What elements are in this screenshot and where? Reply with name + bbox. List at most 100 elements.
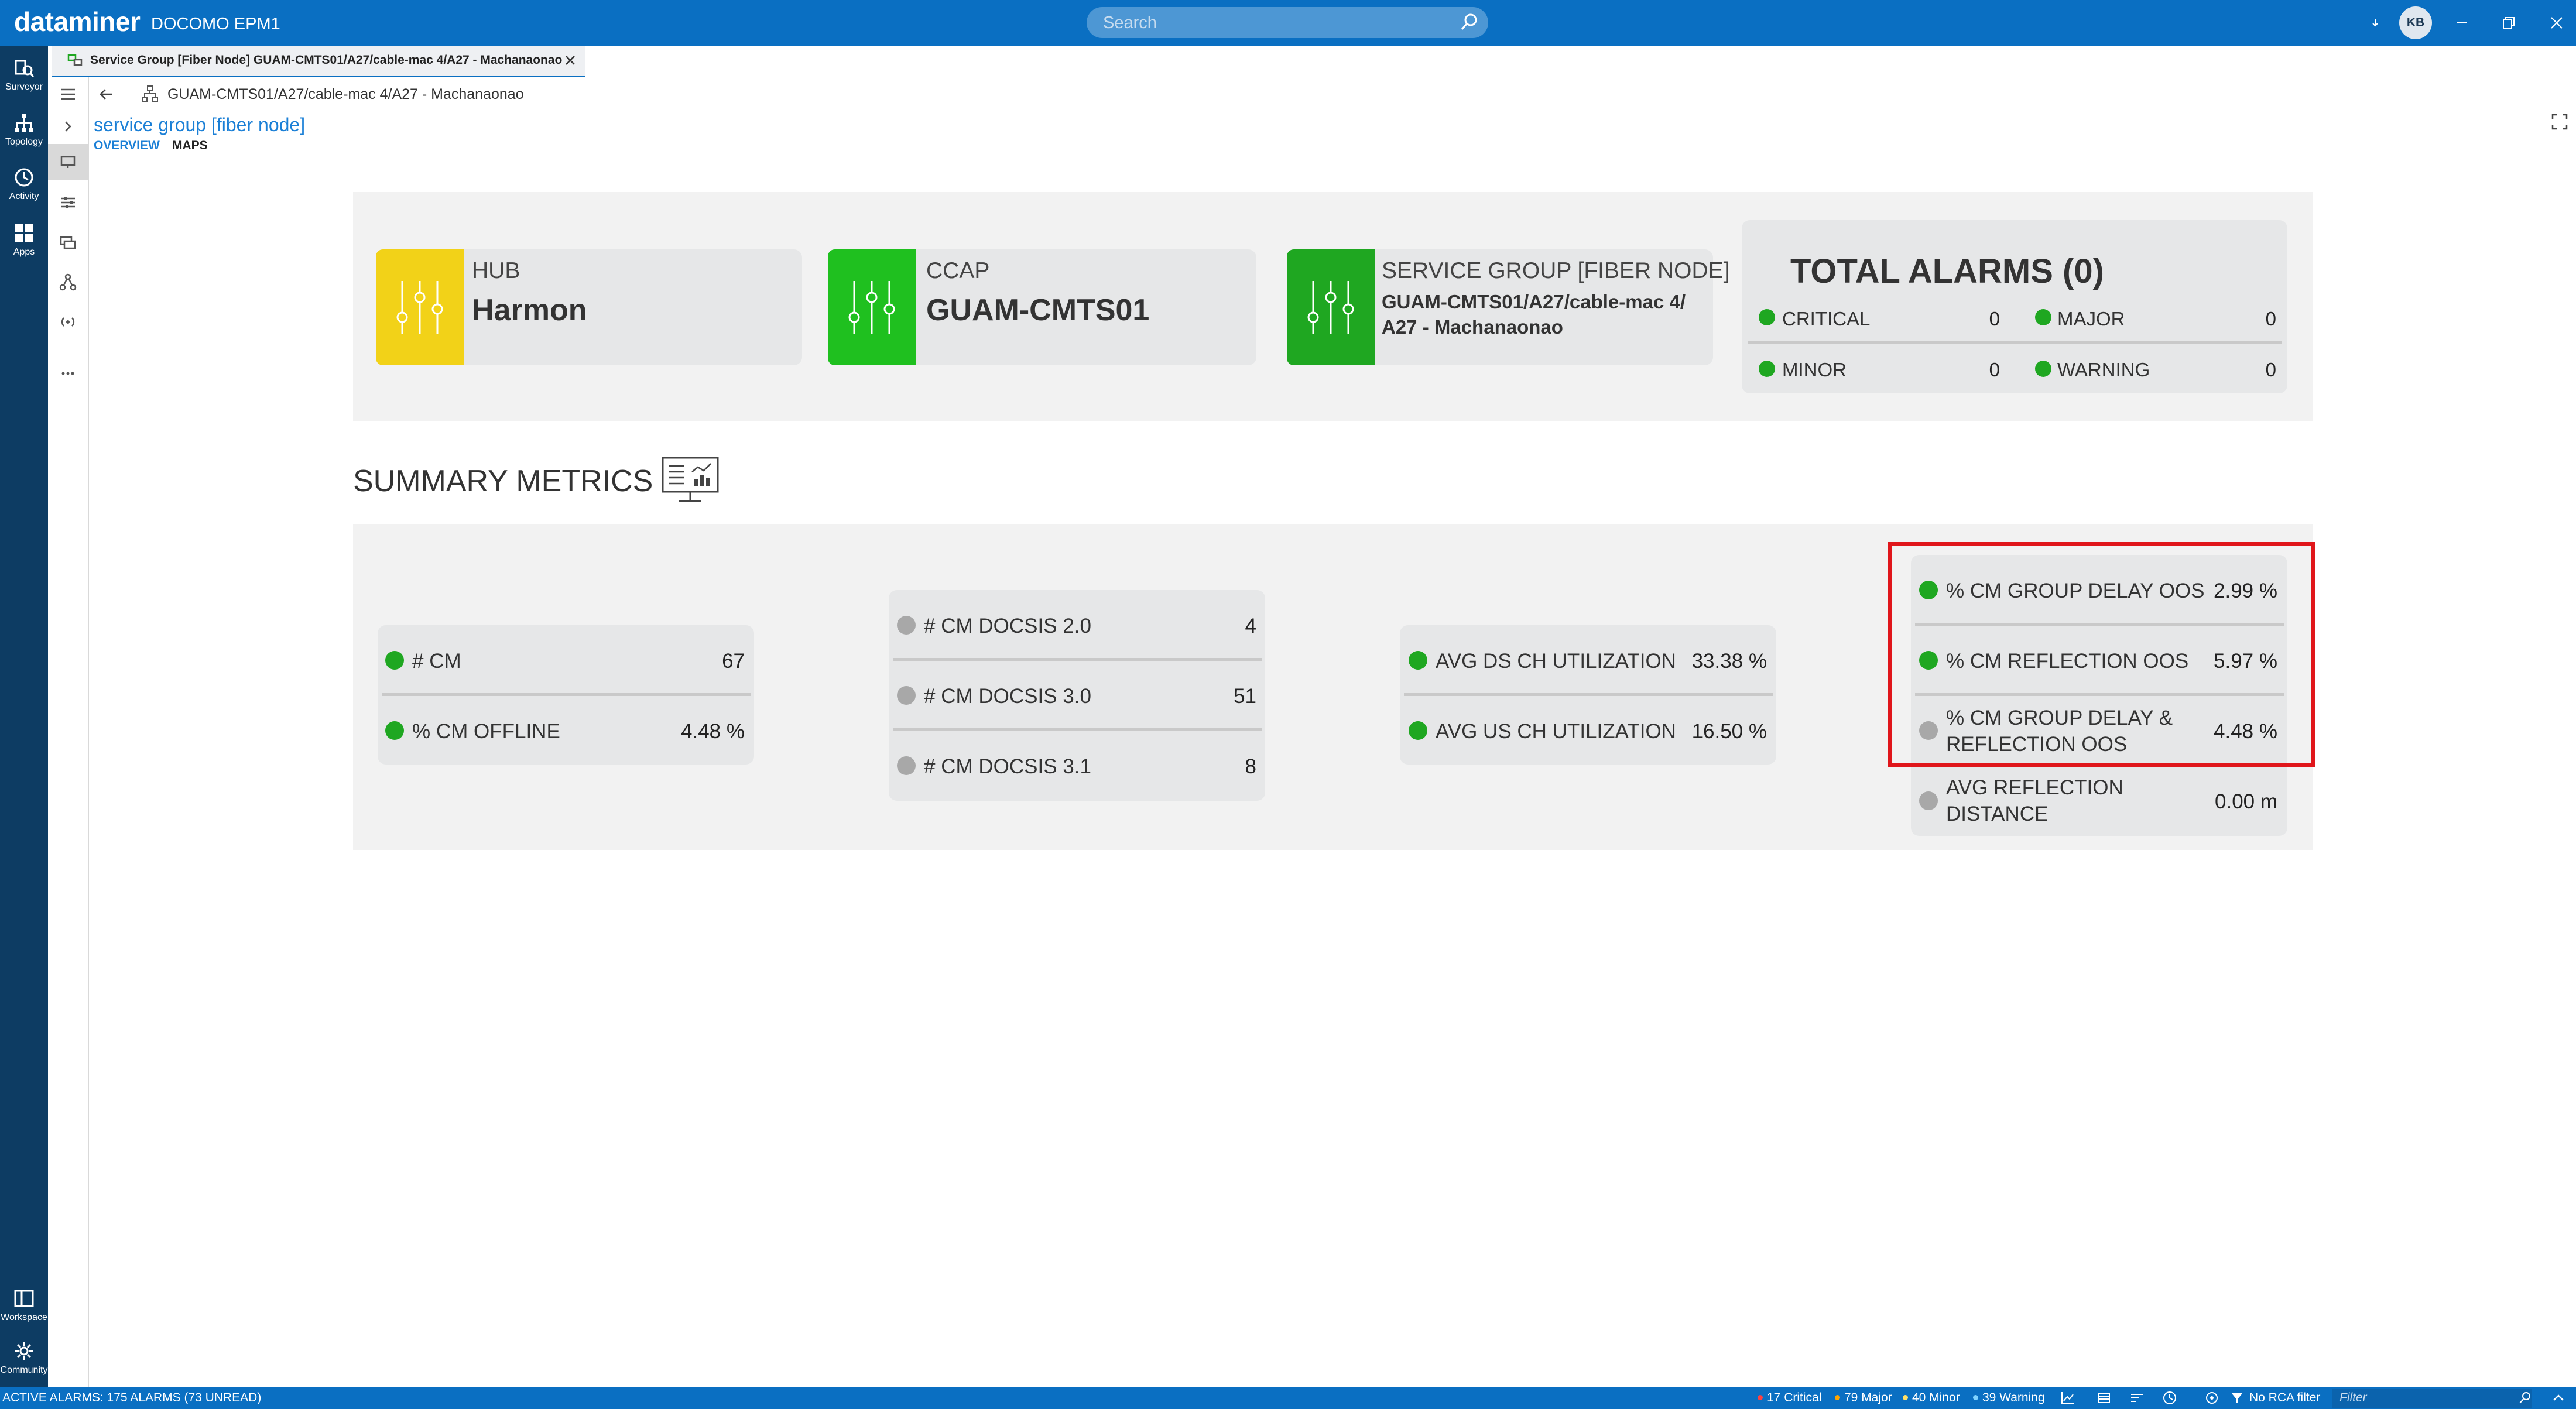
avg-ds-label: AVG DS CH UTILIZATION [1436, 650, 1676, 673]
network-icon [59, 273, 77, 291]
divider [893, 728, 1262, 731]
rail-label: Workspace [1, 1312, 47, 1322]
activity-icon [15, 168, 33, 187]
avg-us-status-dot [1409, 721, 1427, 740]
rail-item-workspace[interactable]: Workspace [0, 1282, 48, 1335]
visual-overview-button[interactable] [48, 144, 88, 180]
sort-icon[interactable] [2129, 1390, 2145, 1406]
major-dot-icon [1835, 1395, 1840, 1400]
docsis30-status-dot [897, 686, 916, 705]
cm-label: # CM [412, 650, 461, 673]
rail-label: Community [0, 1365, 48, 1375]
warning-label: WARNING [2057, 359, 2150, 380]
target-icon[interactable] [2204, 1390, 2220, 1406]
topology-button[interactable] [48, 264, 88, 300]
status-minor[interactable]: 40 Minor [1912, 1391, 1960, 1405]
minimize-icon[interactable] [2452, 13, 2472, 33]
docsis20-status-dot [897, 616, 916, 635]
app-logo[interactable]: dataminer [14, 6, 141, 37]
more-button[interactable] [48, 355, 88, 392]
rca-filter-text[interactable]: No RCA filter [2249, 1391, 2320, 1405]
rail-item-community[interactable]: Community [0, 1335, 48, 1387]
rail-label: Apps [13, 247, 35, 257]
back-arrow-icon[interactable] [96, 84, 116, 104]
status-warning[interactable]: 39 Warning [1982, 1391, 2045, 1405]
broadcast-icon [61, 317, 75, 327]
critical-label: CRITICAL [1782, 308, 1871, 330]
fullscreen-icon[interactable] [2550, 112, 2569, 131]
rail-item-activity[interactable]: Activity [0, 161, 48, 214]
workspace-icon [14, 1290, 34, 1307]
avg-us-label: AVG US CH UTILIZATION [1436, 720, 1676, 743]
status-critical[interactable]: 17 Critical [1767, 1391, 1821, 1405]
filter-input[interactable]: Filter [2339, 1391, 2367, 1405]
alarms-title: TOTAL ALARMS (0) [1790, 252, 2104, 290]
parameters-button[interactable] [48, 184, 88, 221]
tab-overview[interactable]: OVERVIEW [94, 139, 160, 153]
menu-icon [61, 88, 75, 100]
surveyor-icon [15, 60, 35, 77]
search-icon[interactable] [1459, 12, 1480, 33]
monitor-icon [60, 156, 76, 168]
cards-button[interactable] [48, 224, 88, 260]
sliders-icon [848, 281, 895, 334]
search-icon[interactable] [2517, 1390, 2533, 1405]
avg-ds-value: 33.38 % [1691, 650, 1767, 673]
signal-button[interactable] [48, 304, 88, 340]
divider [1748, 341, 2282, 344]
sliders-icon [61, 197, 75, 208]
hamburger-menu[interactable] [48, 76, 88, 112]
warning-value: 0 [2265, 359, 2276, 380]
search-input[interactable]: Search [1103, 13, 1157, 33]
cm-value: 67 [722, 650, 745, 673]
docsis31-label: # CM DOCSIS 3.1 [924, 755, 1091, 778]
critical-dot-icon [1758, 1395, 1763, 1400]
active-alarms-text[interactable]: ACTIVE ALARMS: 175 ALARMS (73 UNREAD) [2, 1391, 261, 1405]
close-window-icon[interactable] [2547, 13, 2567, 33]
warning-status-dot [2035, 361, 2051, 377]
rail-item-topology[interactable]: Topology [0, 107, 48, 159]
major-status-dot [2035, 309, 2051, 325]
avg-ds-status-dot [1409, 651, 1427, 670]
rail-label: Activity [9, 191, 39, 201]
restore-icon[interactable] [2499, 13, 2519, 33]
clock-icon[interactable] [2161, 1390, 2178, 1406]
status-major[interactable]: 79 Major [1844, 1391, 1892, 1405]
chevron-up-icon[interactable] [2550, 1390, 2567, 1406]
ccap-label: CCAP [926, 258, 990, 283]
rail-item-surveyor[interactable]: Surveyor [0, 52, 48, 104]
page-title-link[interactable]: service group [fiber node] [94, 114, 305, 136]
sliders-icon [396, 281, 443, 334]
divider [1404, 693, 1773, 696]
critical-value: 0 [1989, 308, 2000, 330]
docsis20-label: # CM DOCSIS 2.0 [924, 615, 1091, 637]
service-group-value-line1: GUAM-CMTS01/A27/cable-mac 4/ [1382, 291, 1686, 313]
rail-label: Surveyor [5, 82, 43, 92]
rail-item-apps[interactable]: Apps [0, 217, 48, 269]
download-icon[interactable] [2365, 13, 2385, 33]
avg-refl-value: 0.00 m [2215, 790, 2277, 813]
chevron-right-icon [65, 121, 71, 132]
filter-icon[interactable] [2229, 1390, 2245, 1405]
more-icon [61, 372, 74, 375]
user-avatar[interactable]: KB [2399, 6, 2432, 39]
list-icon[interactable] [2096, 1390, 2112, 1406]
trend-icon[interactable] [2060, 1390, 2076, 1406]
minor-label: MINOR [1782, 359, 1847, 380]
major-value: 0 [2265, 308, 2276, 330]
avg-refl-label-line2: DISTANCE [1946, 803, 2049, 825]
expand-panel-button[interactable] [48, 108, 88, 145]
dashboard-icon[interactable] [660, 455, 720, 506]
tab-maps[interactable]: MAPS [172, 139, 208, 153]
sliders-icon [1307, 281, 1354, 334]
docsis31-value: 8 [1245, 755, 1256, 778]
docsis30-label: # CM DOCSIS 3.0 [924, 685, 1091, 708]
docsis20-value: 4 [1245, 615, 1256, 637]
close-tab-icon[interactable] [562, 52, 578, 68]
avg-refl-status-dot [1919, 791, 1938, 810]
highlight-box [1888, 542, 2315, 767]
breadcrumb[interactable]: GUAM-CMTS01/A27/cable-mac 4/A27 - Machan… [167, 86, 524, 103]
tab-title: Service Group [Fiber Node] GUAM-CMTS01/A… [90, 53, 563, 67]
hub-label: HUB [472, 258, 520, 283]
docsis31-status-dot [897, 756, 916, 775]
